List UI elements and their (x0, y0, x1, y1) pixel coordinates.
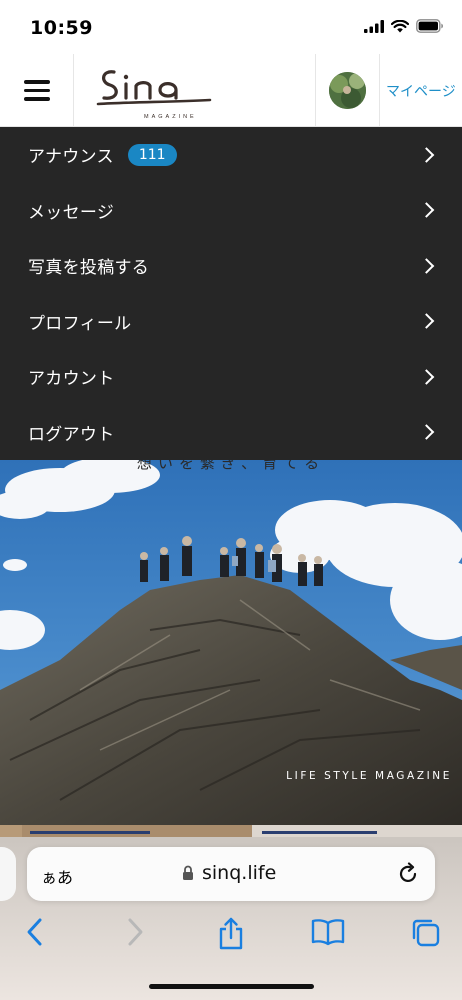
avatar-image (329, 72, 366, 109)
browser-toolbar (0, 910, 462, 960)
header-user-area: マイページ (315, 54, 462, 127)
chevron-right-icon (418, 202, 435, 219)
mypage-link[interactable]: マイページ (386, 81, 456, 101)
hero-caption: LIFE STYLE MAGAZINE (286, 770, 452, 782)
status-bar: 10:59 (0, 0, 462, 54)
page-settings-button[interactable]: ぁあ (41, 864, 73, 888)
lock-icon (183, 865, 193, 880)
menu-item-label: 写真を投稿する (28, 258, 150, 279)
chevron-right-icon (418, 146, 435, 163)
hero-image: 想いを繋ぎ、育てる LIFE STYLE MAGAZINE (0, 460, 462, 825)
header-divider (379, 54, 380, 127)
status-icons (364, 19, 444, 33)
menu-item-post-photo[interactable]: 写真を投稿する (0, 238, 462, 294)
menu-item-label: ログアウト (28, 424, 115, 445)
share-icon[interactable] (216, 917, 246, 951)
menu-item-logout[interactable]: ログアウト (0, 405, 462, 461)
chevron-right-icon (418, 257, 435, 274)
announce-count-badge: 111 (127, 143, 177, 166)
chevron-right-icon (418, 424, 435, 441)
back-icon[interactable] (24, 917, 46, 947)
chevron-right-icon (418, 368, 435, 385)
hamburger-line (23, 88, 50, 93)
menu-item-label: アカウント (28, 369, 115, 390)
hamburger-menu-button[interactable] (0, 54, 74, 127)
reload-icon[interactable] (398, 862, 420, 886)
user-avatar[interactable] (329, 72, 366, 109)
menu-item-label: アナウンス (28, 147, 114, 168)
user-dropdown-menu: アナウンス 111 メッセージ 写真を投稿する プロフィール アカウント ログア… (0, 127, 462, 460)
sinq-magazine-logo[interactable]: MAGAZINE (92, 60, 222, 124)
home-indicator[interactable] (149, 984, 314, 989)
hamburger-line (23, 97, 50, 101)
hamburger-line (23, 80, 50, 84)
battery-icon (416, 19, 443, 33)
bookmarks-icon[interactable] (311, 917, 345, 947)
menu-item-announce[interactable]: アナウンス 111 (0, 127, 462, 183)
next-content-strip (0, 825, 462, 837)
wifi-icon (391, 19, 409, 32)
forward-icon[interactable] (124, 917, 146, 947)
address-bar[interactable]: ぁあ sinq.life (27, 847, 435, 901)
previous-tab-edge[interactable] (0, 847, 16, 901)
menu-item-label: メッセージ (28, 202, 115, 223)
status-time: 10:59 (30, 17, 93, 39)
site-header: MAGAZINE マイページ (0, 54, 462, 127)
chevron-right-icon (418, 313, 435, 330)
sinq-logo-mark: MAGAZINE (96, 70, 212, 120)
url-text: sinq.life (202, 862, 277, 884)
menu-item-label: プロフィール (28, 313, 132, 334)
menu-item-profile[interactable]: プロフィール (0, 294, 462, 350)
logo-subtext: MAGAZINE (144, 114, 197, 120)
cellular-signal-icon (364, 19, 384, 33)
menu-item-messages[interactable]: メッセージ (0, 183, 462, 239)
menu-item-account[interactable]: アカウント (0, 349, 462, 405)
url-display[interactable]: sinq.life (182, 862, 276, 884)
tabs-icon[interactable] (410, 917, 442, 949)
hero-tagline: 想いを繋ぎ、育てる (136, 460, 326, 472)
